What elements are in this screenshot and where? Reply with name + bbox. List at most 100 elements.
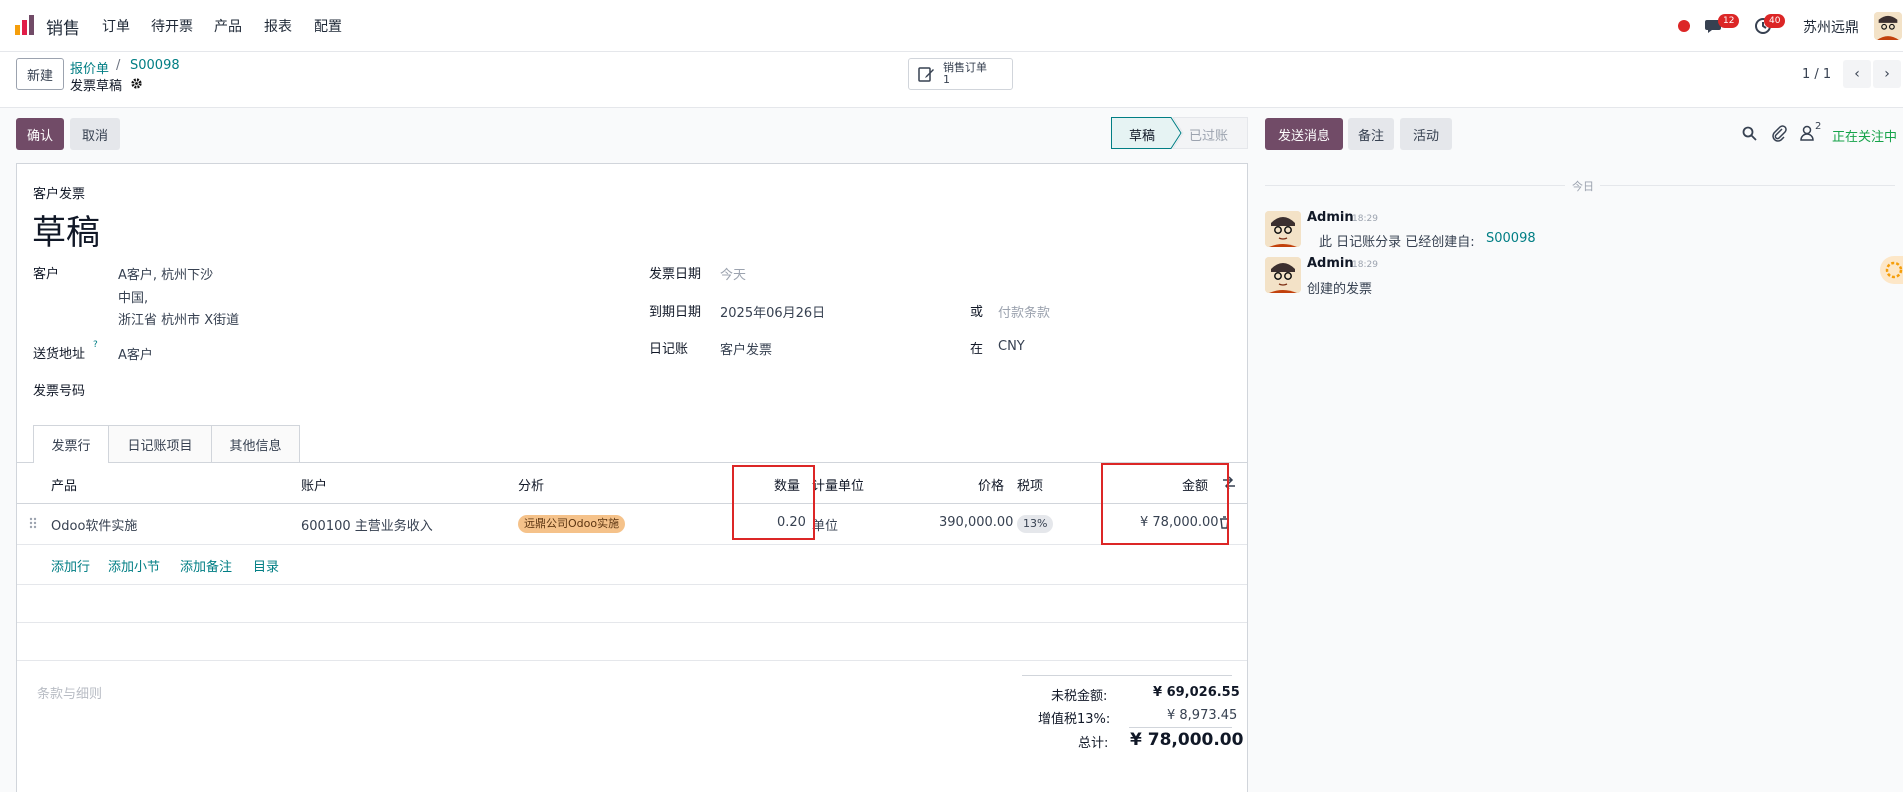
col-taxes[interactable]: 税项 bbox=[1017, 475, 1043, 494]
floating-helper-icon[interactable] bbox=[1880, 256, 1903, 284]
record-title: 发票草稿 bbox=[70, 79, 123, 94]
cell-product[interactable]: Odoo软件实施 bbox=[51, 515, 137, 534]
gear-icon[interactable] bbox=[130, 77, 143, 90]
due-date-label: 到期日期 bbox=[649, 305, 702, 320]
or-label: 或 bbox=[970, 305, 984, 320]
message-body: 创建的发票 bbox=[1307, 282, 1373, 297]
pager-value[interactable]: 1 / 1 bbox=[1802, 67, 1831, 82]
smart-button-count: 1 bbox=[943, 73, 950, 86]
log-note-button[interactable]: 备注 bbox=[1348, 118, 1394, 150]
message-author[interactable]: Admin bbox=[1307, 210, 1354, 225]
col-account[interactable]: 账户 bbox=[301, 475, 327, 494]
chatter-date-separator: 今日 bbox=[1572, 180, 1594, 193]
due-date-field[interactable]: 2025年06月26日 bbox=[720, 302, 825, 321]
menu-reporting[interactable]: 报表 bbox=[264, 16, 292, 36]
currency-field[interactable]: CNY bbox=[998, 339, 1025, 354]
customer-line-3: 浙江省 杭州市 X街道 bbox=[118, 313, 240, 328]
row-divider bbox=[17, 544, 1247, 545]
invoice-date-label: 发票日期 bbox=[649, 267, 702, 282]
add-line-link[interactable]: 添加行 bbox=[51, 556, 90, 575]
activity-button[interactable]: 活动 bbox=[1400, 118, 1452, 150]
new-button[interactable]: 新建 bbox=[16, 58, 64, 90]
record-indicator-icon[interactable] bbox=[1678, 20, 1690, 32]
activity-count-badge: 40 bbox=[1764, 14, 1786, 28]
pager-previous-button[interactable]: ‹ bbox=[1843, 60, 1871, 88]
breadcrumb-separator: / bbox=[116, 58, 121, 73]
lines-footer-divider bbox=[17, 622, 1247, 623]
col-price[interactable]: 价格 bbox=[978, 475, 1004, 494]
quantity-highlight-box bbox=[732, 465, 815, 540]
journal-field[interactable]: 客户发票 bbox=[720, 339, 772, 358]
menu-products[interactable]: 产品 bbox=[214, 16, 242, 36]
col-product[interactable]: 产品 bbox=[51, 475, 77, 494]
delivery-address-value[interactable]: A客户 bbox=[118, 344, 153, 363]
message-time: 18:29 bbox=[1352, 214, 1378, 224]
pager-next-button[interactable]: › bbox=[1873, 60, 1901, 88]
col-uom[interactable]: 计量单位 bbox=[812, 475, 864, 494]
add-note-link[interactable]: 添加备注 bbox=[180, 556, 232, 575]
cell-tax-tag[interactable]: 13% bbox=[1017, 515, 1054, 533]
tab-journal-items[interactable]: 日记账项目 bbox=[109, 425, 212, 462]
breadcrumb-order[interactable]: S00098 bbox=[130, 58, 180, 73]
invoice-type: 客户发票 bbox=[33, 187, 86, 202]
tax-label: 增值税13%: bbox=[1038, 712, 1111, 727]
customer-line-2: 中国, bbox=[118, 291, 149, 306]
message-order-link[interactable]: S00098 bbox=[1486, 231, 1536, 246]
control-panel: 新建 报价单 / S00098 发票草稿 销售订单 1 1 / 1 ‹ › bbox=[0, 52, 1903, 108]
terms-field[interactable]: 条款与细则 bbox=[37, 683, 102, 702]
message-author-avatar[interactable] bbox=[1265, 211, 1301, 247]
invoice-date-field[interactable]: 今天 bbox=[720, 264, 746, 283]
delivery-help-icon[interactable]: ? bbox=[93, 340, 98, 350]
send-message-button[interactable]: 发送消息 bbox=[1265, 118, 1343, 150]
menu-to-invoice[interactable]: 待开票 bbox=[151, 16, 193, 36]
cancel-button[interactable]: 取消 bbox=[70, 118, 120, 150]
edit-document-icon bbox=[918, 67, 934, 82]
paperclip-icon[interactable] bbox=[1771, 124, 1787, 142]
menu-configuration[interactable]: 配置 bbox=[314, 16, 342, 36]
app-name[interactable]: 销售 bbox=[46, 14, 80, 39]
chat-count-badge: 12 bbox=[1718, 14, 1740, 28]
cell-price[interactable]: 390,000.00 bbox=[939, 515, 1013, 530]
amount-highlight-box bbox=[1101, 463, 1229, 545]
drag-handle-icon[interactable] bbox=[29, 517, 37, 529]
add-section-link[interactable]: 添加小节 bbox=[108, 556, 160, 575]
message-author[interactable]: Admin bbox=[1307, 256, 1354, 271]
tabs-divider bbox=[17, 462, 1247, 463]
untaxed-value: ¥ 69,026.55 bbox=[1153, 685, 1240, 700]
top-navbar: 销售 订单 待开票 产品 报表 配置 12 40 苏州远鼎 bbox=[0, 0, 1903, 52]
payment-terms-field[interactable]: 付款条款 bbox=[998, 302, 1050, 321]
tab-invoice-lines[interactable]: 发票行 bbox=[33, 425, 109, 463]
chatter-date-line-left bbox=[1265, 185, 1565, 186]
status-posted[interactable]: 已过账 bbox=[1189, 125, 1228, 144]
table-row[interactable] bbox=[17, 504, 1247, 544]
col-analytic[interactable]: 分析 bbox=[518, 475, 544, 494]
tab-other-info[interactable]: 其他信息 bbox=[212, 425, 300, 462]
user-avatar[interactable] bbox=[1874, 12, 1902, 40]
total-value: ¥ 78,000.00 bbox=[1130, 730, 1244, 750]
menu-orders[interactable]: 订单 bbox=[102, 16, 130, 36]
message-body: 此 日记账分录 已经创建自: bbox=[1319, 235, 1475, 250]
section-divider bbox=[17, 660, 1247, 661]
message-time: 18:29 bbox=[1352, 260, 1378, 270]
chevron-right-icon: › bbox=[1884, 66, 1890, 82]
sale-order-smart-button[interactable]: 销售订单 1 bbox=[908, 58, 1013, 90]
followers-count: 2 bbox=[1815, 121, 1822, 132]
confirm-button[interactable]: 确认 bbox=[16, 118, 64, 150]
cell-uom[interactable]: 单位 bbox=[812, 515, 838, 534]
journal-label: 日记账 bbox=[649, 342, 689, 357]
invoice-number-label: 发票号码 bbox=[33, 384, 86, 399]
currency-in-label: 在 bbox=[970, 342, 984, 357]
app-logo-icon[interactable] bbox=[14, 14, 36, 36]
totals-divider bbox=[1129, 727, 1232, 728]
cell-analytic-tag[interactable]: 远鼎公司Odoo实施 bbox=[518, 515, 626, 533]
followers-icon[interactable] bbox=[1800, 125, 1814, 141]
status-draft[interactable]: 草稿 bbox=[1129, 125, 1155, 144]
cell-account[interactable]: 600100 主营业务收入 bbox=[301, 515, 433, 534]
following-status[interactable]: 正在关注中 bbox=[1832, 126, 1897, 145]
customer-line-1[interactable]: A客户, 杭州下沙 bbox=[118, 264, 213, 283]
chatter-date-line-right bbox=[1600, 185, 1895, 186]
message-author-avatar[interactable] bbox=[1265, 257, 1301, 293]
search-icon[interactable] bbox=[1742, 126, 1757, 141]
catalog-link[interactable]: 目录 bbox=[253, 556, 279, 575]
company-switcher[interactable]: 苏州远鼎 bbox=[1803, 17, 1859, 37]
